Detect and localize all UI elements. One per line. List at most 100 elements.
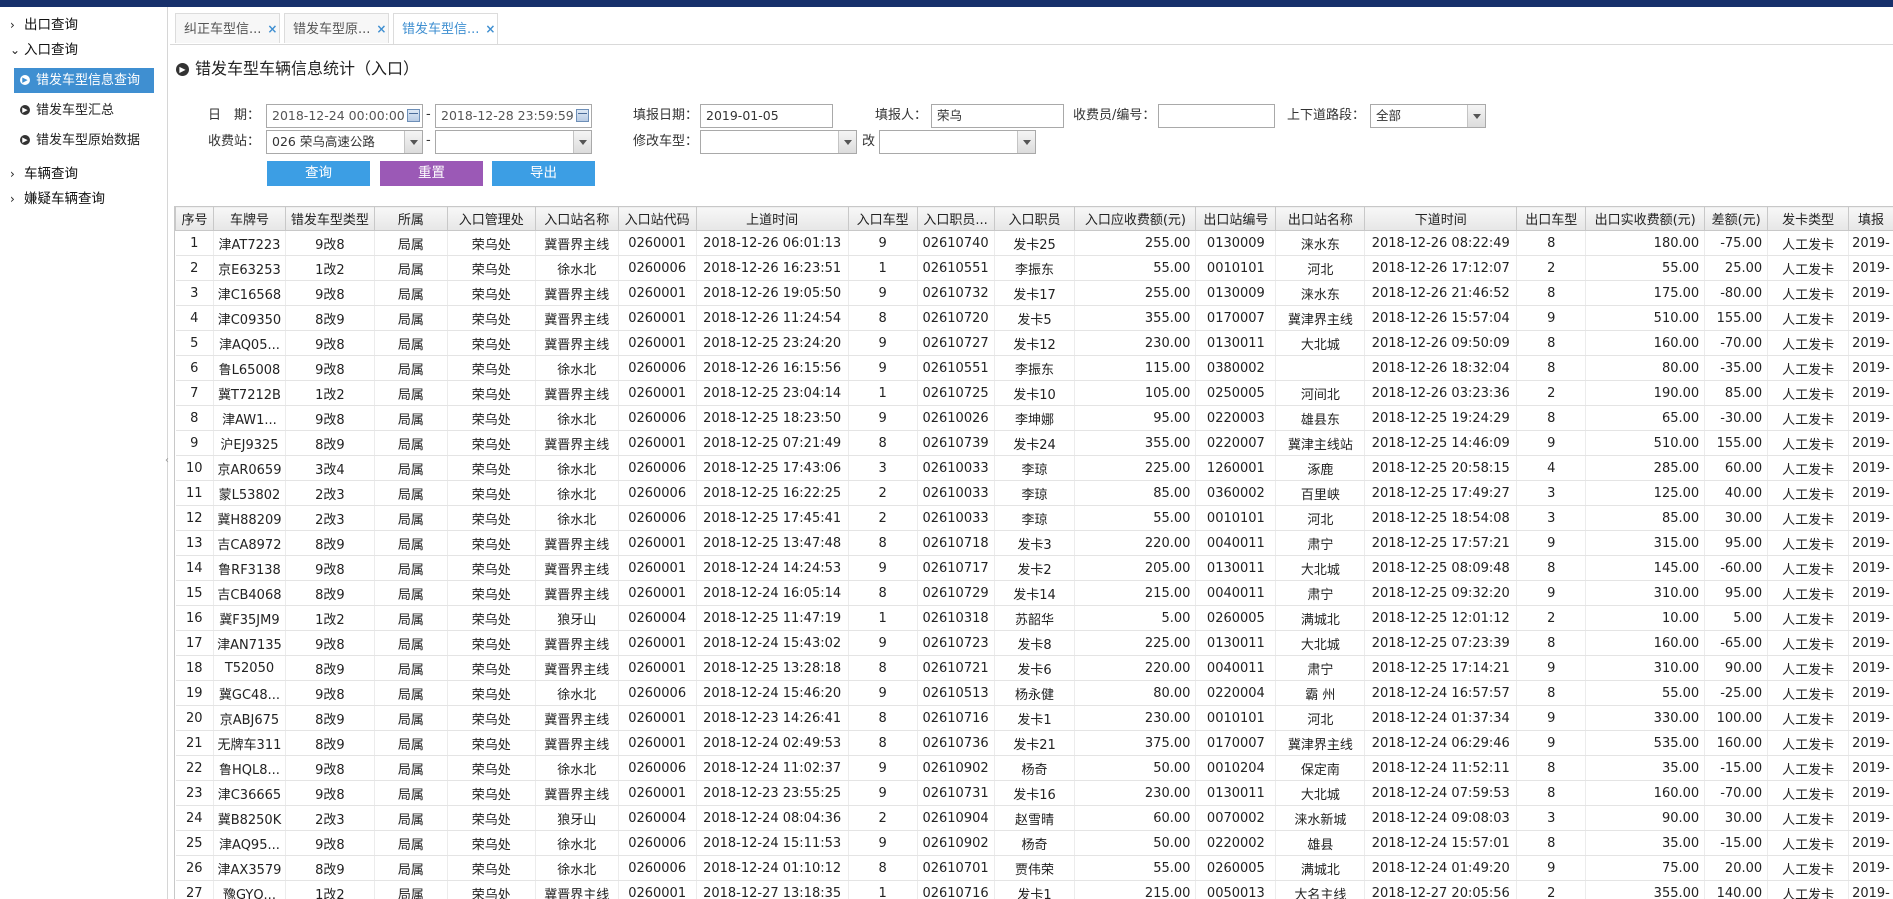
table-cell: 14 <box>175 555 214 581</box>
column-header[interactable]: 入口职员 <box>993 206 1076 231</box>
column-header[interactable]: 入口站名称 <box>534 206 619 231</box>
table-cell: 2019- <box>1848 355 1893 381</box>
table-row[interactable]: 17 津AN7135 9改8 局属 荣乌处 冀晋界主线 0260001 2018-12-24 … <box>175 630 1893 656</box>
table-cell: 8 <box>848 855 918 881</box>
export-button[interactable]: 导出 <box>492 161 595 186</box>
column-header[interactable]: 车牌号 <box>212 206 286 231</box>
column-header[interactable]: 出口站编号 <box>1195 206 1277 231</box>
reset-button[interactable]: 重置 <box>380 161 483 186</box>
date-to-input[interactable]: 2018-12-28 23:59:59 <box>435 104 592 128</box>
column-header[interactable]: 上道时间 <box>695 206 849 231</box>
table-cell: 冀晋界主线 <box>535 305 619 331</box>
chevron-down-icon[interactable] <box>838 131 856 153</box>
column-header[interactable]: 发卡类型 <box>1767 206 1850 231</box>
table-row[interactable]: 5 津AQ05... 9改8 局属 荣乌处 冀晋界主线 0260001 2018-12-25 … <box>175 330 1893 356</box>
calendar-icon[interactable] <box>407 109 420 122</box>
table-row[interactable]: 16 冀F35JM9 1改2 局属 荣乌处 狼牙山 0260004 2018-12-25 11… <box>175 605 1893 631</box>
table-row[interactable]: 12 冀H88209 2改3 局属 荣乌处 徐水北 0260006 2018-12-25 17… <box>175 505 1893 531</box>
table-row[interactable]: 23 津C36665 9改8 局属 荣乌处 冀晋界主线 0260001 2018-12-23 … <box>175 780 1893 806</box>
table-row[interactable]: 6 鲁L65008 9改8 局属 荣乌处 徐水北 0260006 2018-12-26 16:… <box>175 355 1893 381</box>
table-row[interactable]: 25 津AQ95... 9改8 局属 荣乌处 徐水北 0260006 2018-12-24 1… <box>175 830 1893 856</box>
collapse-sidebar-icon[interactable]: ‹ <box>165 455 169 466</box>
sidebar-subitem-wrong-type-raw-data[interactable]: ▶ 错发车型原始数据 <box>14 128 154 153</box>
table-row[interactable]: 18 T52050 8改9 局属 荣乌处 冀晋界主线 0260001 2018-12-25 1… <box>175 655 1893 681</box>
sidebar-item-suspect-vehicle-query[interactable]: › 嫌疑车辆查询 <box>10 188 105 210</box>
column-header[interactable]: 错发车型类型 <box>284 206 375 231</box>
collector-input[interactable] <box>1158 104 1275 128</box>
station-to-select[interactable] <box>435 130 592 154</box>
chevron-down-icon[interactable] <box>404 131 422 153</box>
table-row[interactable]: 20 京ABJ675 8改9 局属 荣乌处 冀晋界主线 0260001 2018-12-23 … <box>175 705 1893 731</box>
chevron-down-icon[interactable] <box>1467 105 1485 127</box>
table-cell: 23 <box>175 780 214 806</box>
table-row[interactable]: 24 冀B8250K 2改3 局属 荣乌处 狼牙山 0260004 2018-12-24 08… <box>175 805 1893 831</box>
table-row[interactable]: 10 京AR0659 3改4 局属 荣乌处 徐水北 0260006 2018-12-25 17… <box>175 455 1893 481</box>
column-header[interactable]: 出口车型 <box>1516 206 1587 231</box>
close-icon[interactable]: × <box>267 22 277 36</box>
table-row[interactable]: 13 吉CA8972 8改9 局属 荣乌处 冀晋界主线 0260001 2018-12-25 … <box>175 530 1893 556</box>
table-cell: 315.00 <box>1585 530 1706 556</box>
table-cell: 02610701 <box>917 855 995 881</box>
column-header[interactable]: 填报 <box>1848 206 1893 231</box>
table-cell: 荣乌处 <box>447 605 536 631</box>
calendar-icon[interactable] <box>576 109 589 122</box>
table-row[interactable]: 1 津AT7223 9改8 局属 荣乌处 冀晋界主线 0260001 2018-12-26 0… <box>175 230 1893 256</box>
table-cell: 2019- <box>1848 705 1893 731</box>
column-header[interactable]: 入口应收费额(元) <box>1074 206 1197 231</box>
column-header[interactable]: 所属 <box>373 206 448 231</box>
table-cell: 510.00 <box>1585 430 1706 456</box>
table-row[interactable]: 19 冀GC48... 9改8 局属 荣乌处 徐水北 0260006 2018-12-24 1… <box>175 680 1893 706</box>
table-cell: 京ABJ675 <box>213 705 286 731</box>
table-row[interactable]: 14 鲁RF3138 9改8 局属 荣乌处 冀晋界主线 0260001 2018-12-24 … <box>175 555 1893 581</box>
chevron-down-icon[interactable] <box>1017 131 1035 153</box>
query-button[interactable]: 查询 <box>267 161 370 186</box>
column-header[interactable]: 入口车型 <box>847 206 918 231</box>
table-row[interactable]: 8 津AW1... 9改8 局属 荣乌处 徐水北 0260006 2018-12-25 18:… <box>175 405 1893 431</box>
chevron-down-icon[interactable] <box>573 131 591 153</box>
column-header[interactable]: 入口站代码 <box>617 206 697 231</box>
sidebar-item-vehicle-query[interactable]: › 车辆查询 <box>10 163 78 185</box>
table-row[interactable]: 22 鲁HQL8... 9改8 局属 荣乌处 徐水北 0260006 2018-12-24 1… <box>175 755 1893 781</box>
report-date-input[interactable]: 2019-01-05 <box>700 104 833 128</box>
sidebar-item-entry-query[interactable]: ⌄ 入口查询 <box>10 39 78 61</box>
sidebar-item-exit-query[interactable]: › 出口查询 <box>10 14 78 36</box>
table-cell: 2018-12-26 16:23:51 <box>696 255 849 281</box>
tab-wrong-type-info[interactable]: 错发车型信... × <box>393 13 498 44</box>
reporter-input[interactable]: 荣乌 <box>931 104 1064 128</box>
table-row[interactable]: 27 豫GYQ... 1改2 局属 荣乌处 冀晋界主线 0260001 2018-12-27 … <box>175 880 1893 899</box>
close-icon[interactable]: × <box>485 22 495 36</box>
table-row[interactable]: 15 吉CB4068 8改9 局属 荣乌处 冀晋界主线 0260001 2018-12-24 … <box>175 580 1893 606</box>
table-row[interactable]: 2 京E63253 1改2 局属 荣乌处 徐水北 0260006 2018-12-26 16:… <box>175 255 1893 281</box>
table-cell: 局属 <box>374 880 448 899</box>
tab-correct-vehicle-info[interactable]: 纠正车型信... × <box>175 13 280 43</box>
table-cell: 0170007 <box>1195 730 1277 756</box>
column-header[interactable]: 序号 <box>175 206 214 231</box>
column-header[interactable]: 差额(元) <box>1704 206 1769 231</box>
section-select[interactable]: 全部 <box>1370 104 1486 128</box>
table-cell: 徐水北 <box>535 405 619 431</box>
modify-type-to-select[interactable] <box>879 130 1036 154</box>
column-header[interactable]: 出口实收费额(元) <box>1585 206 1706 231</box>
column-header[interactable]: 下道时间 <box>1364 206 1518 231</box>
sidebar-subitem-wrong-type-summary[interactable]: ▶ 错发车型汇总 <box>14 98 154 123</box>
table-row[interactable]: 4 津C09350 8改9 局属 荣乌处 冀晋界主线 0260001 2018-12-26 1… <box>175 305 1893 331</box>
table-row[interactable]: 7 冀T7212B 1改2 局属 荣乌处 冀晋界主线 0260001 2018-12-25 2… <box>175 380 1893 406</box>
table-cell: 2018-12-25 20:58:15 <box>1364 455 1518 481</box>
tab-wrong-type-raw[interactable]: 错发车型原... × <box>284 13 389 43</box>
column-header[interactable]: 入口职员... <box>916 206 995 231</box>
table-cell: 2019- <box>1848 380 1893 406</box>
station-select[interactable]: 026 荣乌高速公路 <box>266 130 423 154</box>
table-row[interactable]: 11 蒙L53802 2改3 局属 荣乌处 徐水北 0260006 2018-12-25 16… <box>175 480 1893 506</box>
table-row[interactable]: 26 津AX3579 8改9 局属 荣乌处 徐水北 0260006 2018-12-24 01… <box>175 855 1893 881</box>
modify-type-from-select[interactable] <box>700 130 857 154</box>
sidebar-subitem-wrong-type-info[interactable]: ▶ 错发车型信息查询 <box>14 68 154 93</box>
table-row[interactable]: 21 无牌车311 8改9 局属 荣乌处 冀晋界主线 0260001 2018-12-24 0… <box>175 730 1893 756</box>
column-header[interactable]: 出口站名称 <box>1275 206 1366 231</box>
table-cell: 2019- <box>1848 255 1893 281</box>
close-icon[interactable]: × <box>376 22 386 36</box>
date-from-input[interactable]: 2018-12-24 00:00:00 <box>266 104 423 128</box>
column-header[interactable]: 入口管理处 <box>446 206 536 231</box>
table-row[interactable]: 3 津C16568 9改8 局属 荣乌处 冀晋界主线 0260001 2018-12-26 1… <box>175 280 1893 306</box>
table-row[interactable]: 9 沪EJ9325 8改9 局属 荣乌处 冀晋界主线 0260001 2018-12-25 0… <box>175 430 1893 456</box>
station-range-separator: - <box>426 133 431 148</box>
